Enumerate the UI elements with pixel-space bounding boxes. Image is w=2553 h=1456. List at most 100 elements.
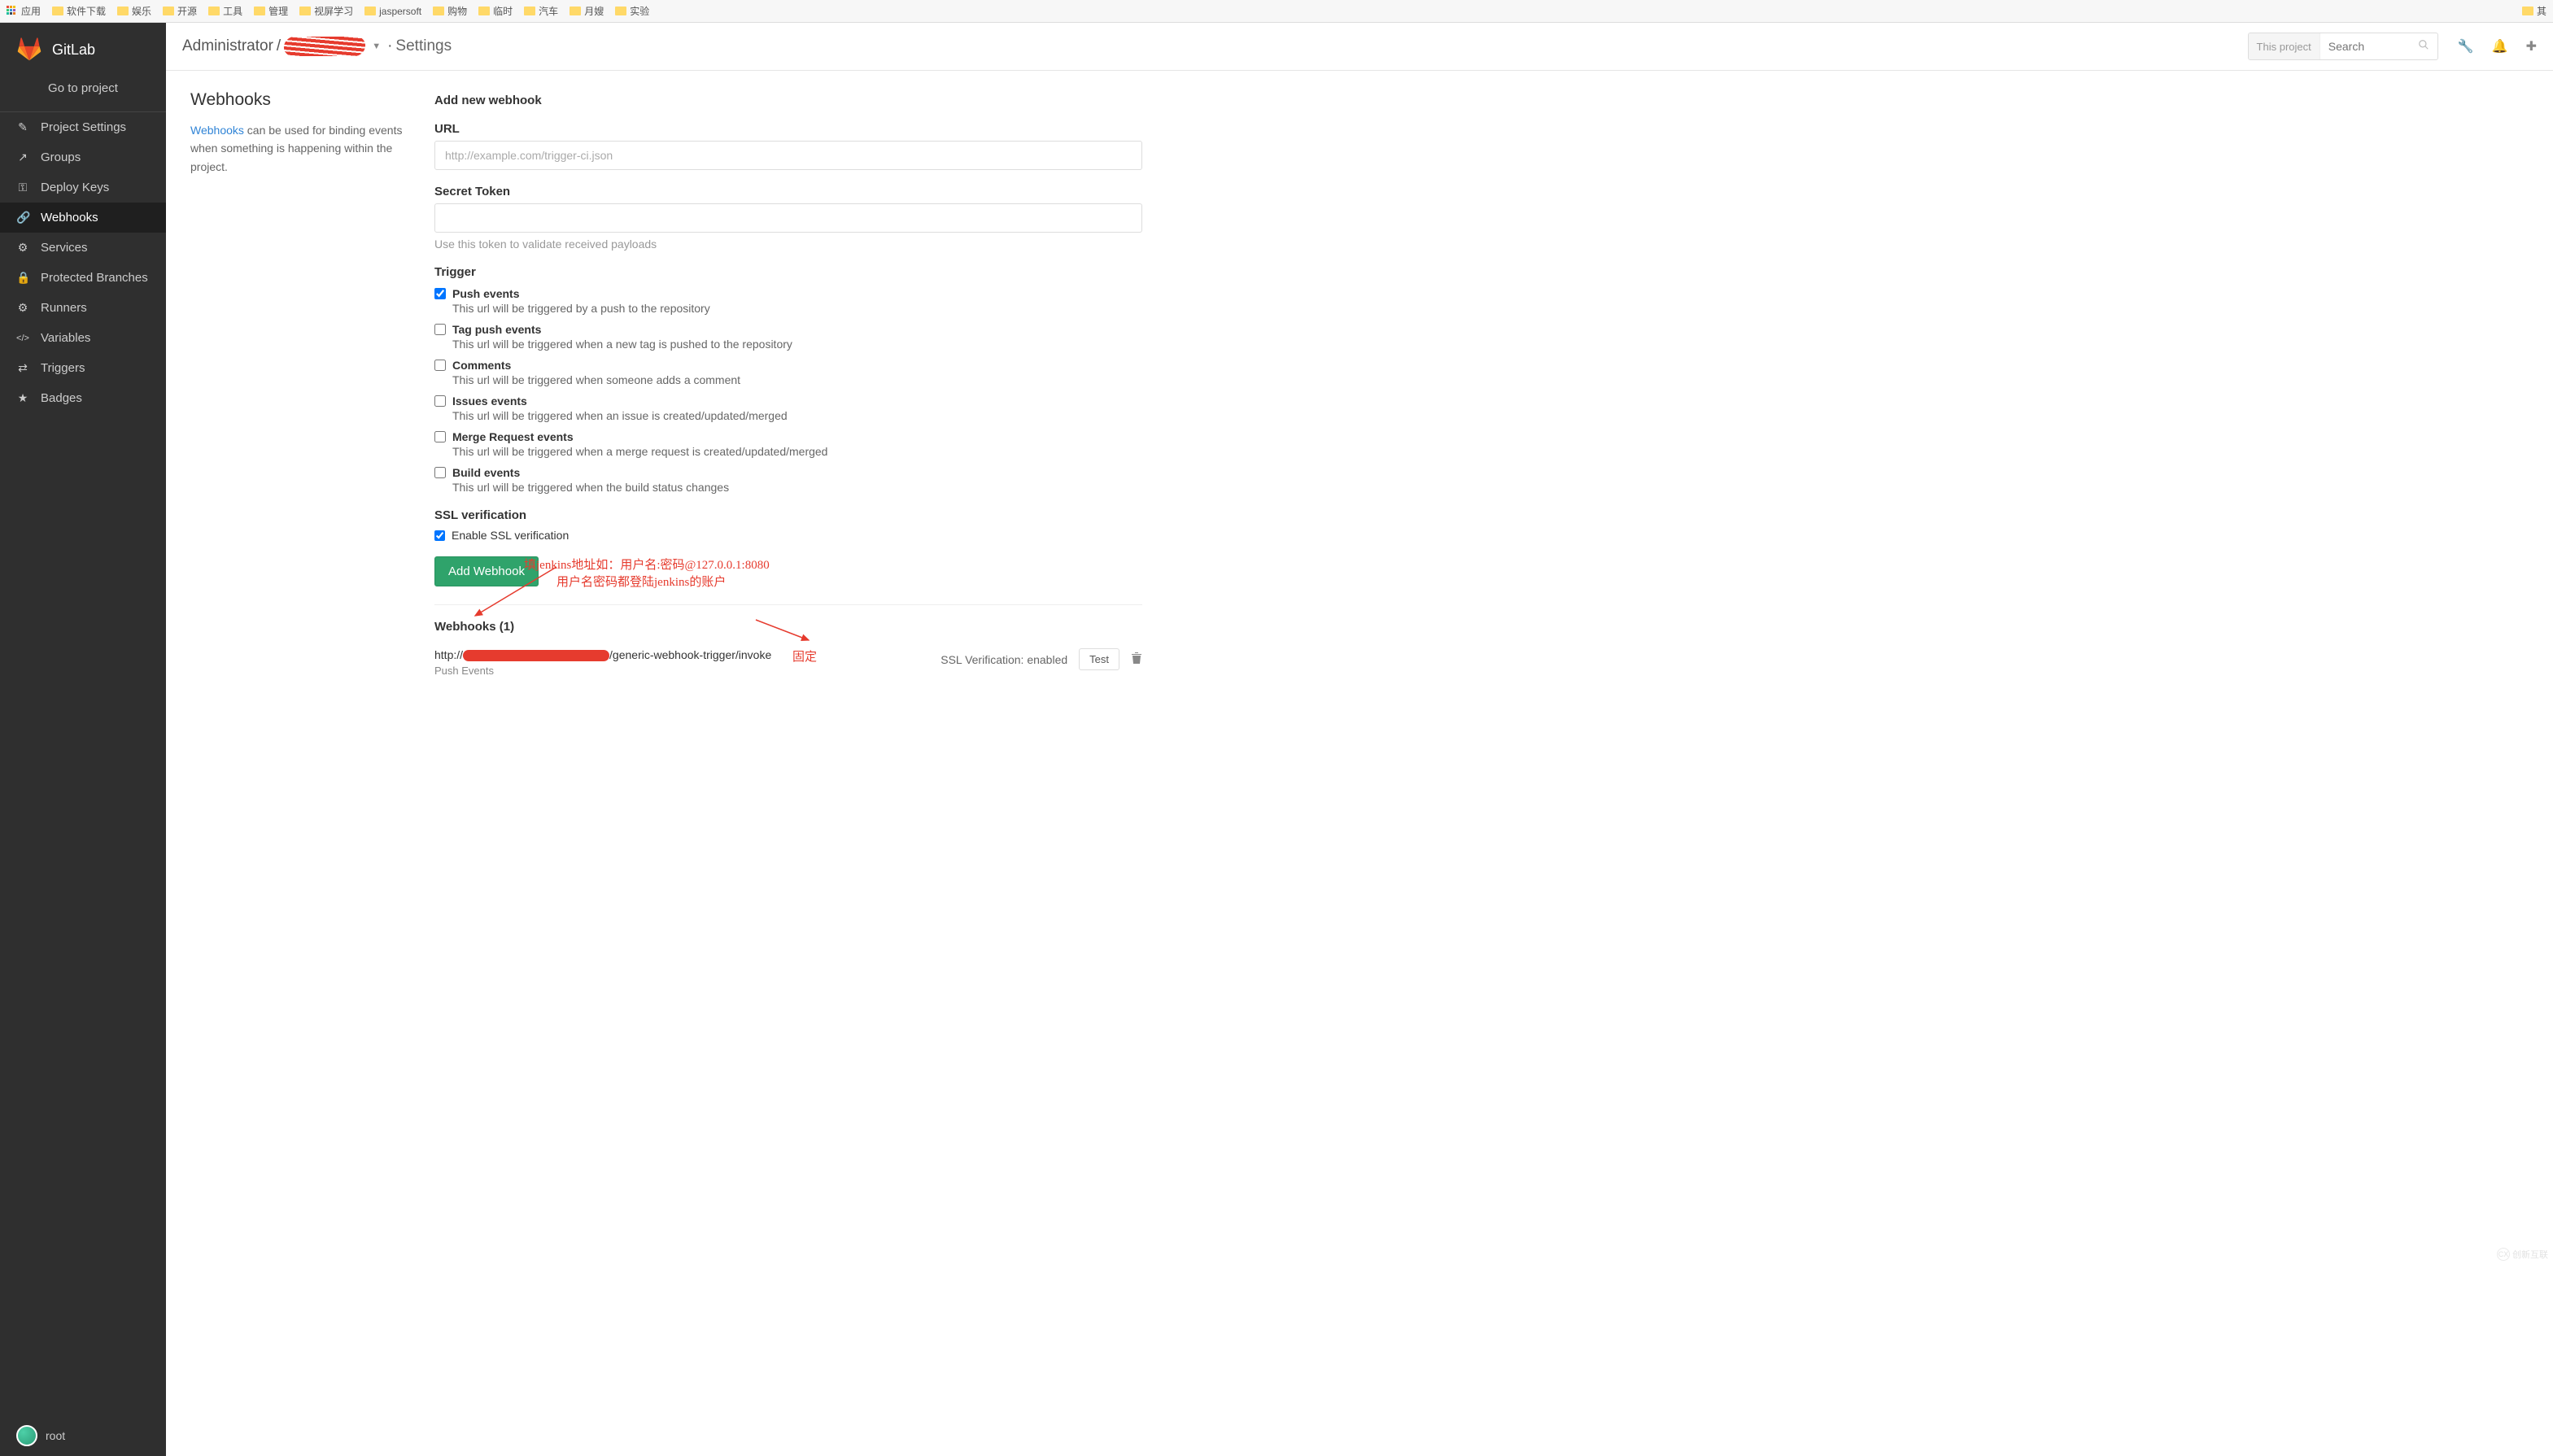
webhook-tag: Push Events bbox=[434, 665, 771, 677]
bookmark-item[interactable]: 汽车 bbox=[524, 4, 558, 18]
chevron-down-icon[interactable]: ▼ bbox=[372, 41, 381, 51]
redacted-project-name[interactable] bbox=[284, 37, 365, 56]
sidebar-item-badges[interactable]: ★Badges bbox=[0, 383, 166, 413]
bookmark-label: 其 bbox=[2537, 4, 2546, 18]
sidebar-item-deploy-keys[interactable]: ⚿Deploy Keys bbox=[0, 172, 166, 203]
add-webhook-button[interactable]: Add Webhook bbox=[434, 556, 539, 586]
url-input[interactable] bbox=[434, 141, 1142, 170]
bookmark-item[interactable]: 管理 bbox=[254, 4, 288, 18]
brand-name: GitLab bbox=[52, 41, 95, 59]
search-box[interactable]: This project bbox=[2248, 33, 2438, 60]
bookmark-item[interactable]: 实验 bbox=[615, 4, 649, 18]
bookmark-label: 开源 bbox=[177, 4, 197, 18]
plus-icon[interactable]: ✚ bbox=[2526, 38, 2537, 54]
bookmark-item[interactable]: 娱乐 bbox=[117, 4, 151, 18]
code-icon: </> bbox=[16, 333, 29, 343]
sidebar-item-variables[interactable]: </>Variables bbox=[0, 323, 166, 353]
secret-hint: Use this token to validate received payl… bbox=[434, 238, 1142, 251]
username: root bbox=[46, 1429, 65, 1442]
breadcrumb-sep: / bbox=[277, 37, 281, 55]
avatar-icon bbox=[16, 1425, 37, 1446]
folder-icon bbox=[570, 7, 581, 15]
bookmark-item[interactable]: 月嫂 bbox=[570, 4, 604, 18]
share-icon: ↗ bbox=[16, 150, 29, 164]
sidebar-item-webhooks[interactable]: 🔗Webhooks bbox=[0, 203, 166, 233]
brand[interactable]: GitLab bbox=[0, 23, 166, 70]
topbar-actions: 🔧 🔔 ✚ bbox=[2458, 38, 2537, 54]
sidebar-item-label: Badges bbox=[41, 391, 82, 405]
wrench-icon[interactable]: 🔧 bbox=[2458, 38, 2474, 54]
webhooks-link[interactable]: Webhooks bbox=[190, 124, 244, 137]
trigger-checkbox[interactable] bbox=[434, 395, 446, 407]
search-scope-badge[interactable]: This project bbox=[2249, 33, 2320, 59]
content: Webhooks Webhooks can be used for bindin… bbox=[166, 71, 2553, 709]
webhook-form: Add new webhook URL Secret Token Use thi… bbox=[434, 90, 1142, 677]
ssl-checkbox[interactable] bbox=[434, 530, 445, 541]
bookmark-item[interactable]: jaspersoft bbox=[364, 6, 421, 17]
trigger-desc: This url will be triggered when a new ta… bbox=[452, 338, 1142, 351]
folder-icon bbox=[163, 7, 174, 15]
trigger-checkbox[interactable] bbox=[434, 431, 446, 442]
sidebar-user[interactable]: root bbox=[0, 1415, 166, 1456]
trash-icon[interactable] bbox=[1131, 652, 1142, 667]
bookmark-item[interactable]: 软件下载 bbox=[52, 4, 106, 18]
bookmark-label: jaspersoft bbox=[379, 6, 421, 17]
bookmark-label: 购物 bbox=[447, 4, 467, 18]
bookmark-item[interactable]: 购物 bbox=[433, 4, 467, 18]
pencil-icon: ✎ bbox=[16, 120, 29, 134]
folder-icon bbox=[524, 7, 535, 15]
sidebar-item-services[interactable]: ⚙Services bbox=[0, 233, 166, 263]
bookmark-label: 视屏学习 bbox=[314, 4, 353, 18]
sidebar-item-label: Runners bbox=[41, 301, 87, 315]
folder-icon bbox=[254, 7, 265, 15]
sidebar-item-groups[interactable]: ↗Groups bbox=[0, 142, 166, 172]
sidebar-item-runners[interactable]: ⚙Runners bbox=[0, 293, 166, 323]
trigger-desc: This url will be triggered when the buil… bbox=[452, 481, 1142, 494]
breadcrumb-admin[interactable]: Administrator bbox=[182, 37, 273, 55]
bookmark-item[interactable]: 视屏学习 bbox=[299, 4, 353, 18]
add-webhook-title: Add new webhook bbox=[434, 94, 1142, 107]
apps-icon bbox=[7, 6, 18, 17]
section-desc: Webhooks can be used for binding events … bbox=[190, 121, 410, 176]
link-icon: 🔗 bbox=[16, 211, 29, 225]
folder-icon bbox=[117, 7, 129, 15]
trigger-tag-push: Tag push events This url will be trigger… bbox=[434, 323, 1142, 351]
trigger-checkbox[interactable] bbox=[434, 360, 446, 371]
test-button[interactable]: Test bbox=[1079, 648, 1119, 670]
url-suffix: /generic-webhook-trigger/invoke bbox=[609, 648, 771, 661]
sidebar-item-label: Project Settings bbox=[41, 120, 126, 134]
url-prefix: http:// bbox=[434, 648, 463, 661]
sidebar-item-triggers[interactable]: ⇄Triggers bbox=[0, 353, 166, 383]
bookmark-item[interactable]: 工具 bbox=[208, 4, 242, 18]
ssl-enable-label: Enable SSL verification bbox=[452, 529, 569, 542]
bookmark-item[interactable]: 开源 bbox=[163, 4, 197, 18]
bookmark-item[interactable]: 临时 bbox=[478, 4, 513, 18]
sidebar-item-project-settings[interactable]: ✎ Project Settings bbox=[0, 112, 166, 142]
bookmarks-bar: 应用 软件下载 娱乐 开源 工具 管理 视屏学习 jaspersoft 购物 临… bbox=[0, 0, 2553, 23]
bookmark-label: 临时 bbox=[493, 4, 513, 18]
secret-input[interactable] bbox=[434, 203, 1142, 233]
ssl-section-label: SSL verification bbox=[434, 508, 1142, 522]
sidebar-nav: ✎ Project Settings ↗Groups ⚿Deploy Keys 🔗… bbox=[0, 112, 166, 413]
trigger-push-events: Push events This url will be triggered b… bbox=[434, 287, 1142, 315]
trigger-merge-request: Merge Request events This url will be tr… bbox=[434, 430, 1142, 458]
bookmark-apps[interactable]: 应用 bbox=[7, 4, 41, 18]
bookmark-item[interactable]: 其 bbox=[2522, 4, 2546, 18]
sidebar-item-label: Triggers bbox=[41, 361, 85, 375]
go-to-project-link[interactable]: Go to project bbox=[0, 70, 166, 111]
webhook-url[interactable]: http:// /generic-webhook-trigger/invoke bbox=[434, 648, 771, 661]
bookmark-label: 工具 bbox=[223, 4, 242, 18]
trigger-checkbox[interactable] bbox=[434, 467, 446, 478]
trigger-checkbox[interactable] bbox=[434, 324, 446, 335]
search-icon[interactable] bbox=[2410, 37, 2437, 55]
trigger-title: Build events bbox=[452, 466, 520, 479]
gitlab-logo-icon bbox=[16, 37, 42, 62]
sidebar-item-protected-branches[interactable]: 🔒Protected Branches bbox=[0, 263, 166, 293]
sidebar: GitLab Go to project ✎ Project Settings ↗… bbox=[0, 23, 166, 1456]
folder-icon bbox=[208, 7, 220, 15]
bell-icon[interactable]: 🔔 bbox=[2492, 38, 2508, 54]
search-input[interactable] bbox=[2320, 40, 2410, 53]
trigger-checkbox[interactable] bbox=[434, 288, 446, 299]
folder-icon bbox=[2522, 7, 2533, 15]
webhook-row: http:// /generic-webhook-trigger/invoke P… bbox=[434, 648, 1142, 677]
